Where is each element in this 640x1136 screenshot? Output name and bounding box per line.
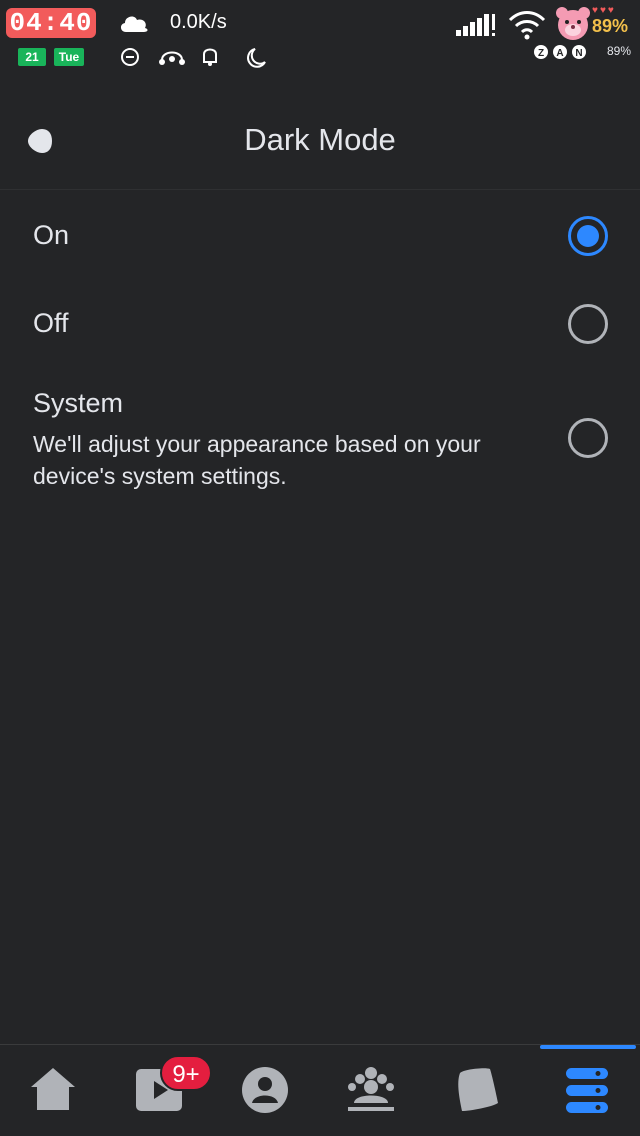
- network-speed: 0.0K/s: [170, 11, 227, 33]
- status-mini-icons: [121, 48, 266, 68]
- radio-off[interactable]: [568, 304, 608, 344]
- bear-battery: 89%: [592, 16, 629, 36]
- notifications-icon: [458, 1068, 498, 1111]
- nfc-icon: [121, 48, 139, 66]
- menu-icon: [566, 1068, 608, 1113]
- option-description: We'll adjust your appearance based on yo…: [33, 431, 481, 489]
- status-bar: 04:40 21 Tue 0.0K/s ♥♥♥ 89% Z A N 89%: [0, 0, 640, 74]
- status-time: 04:40: [6, 8, 96, 38]
- screen: 04:40 21 Tue 0.0K/s ♥♥♥ 89% Z A N 89% Da…: [0, 0, 640, 1136]
- option-off[interactable]: Off: [0, 284, 640, 368]
- radio-system[interactable]: [568, 418, 608, 458]
- header: Dark Mode: [0, 90, 640, 190]
- moon-icon: [247, 48, 266, 68]
- nav-menu[interactable]: [534, 1045, 640, 1136]
- alarm-icon: [203, 48, 217, 66]
- hearts-icon: ♥♥♥: [592, 5, 616, 16]
- video-badge: 9+: [160, 1055, 212, 1091]
- svg-text:N: N: [575, 48, 582, 59]
- svg-text:A: A: [556, 48, 563, 59]
- headset-icon: [159, 51, 185, 65]
- svg-text:Z: Z: [538, 48, 544, 59]
- option-system[interactable]: System We'll adjust your appearance base…: [0, 372, 640, 502]
- cloud-icon: [120, 16, 148, 32]
- home-icon: [31, 1068, 75, 1110]
- nav-notifications[interactable]: [424, 1045, 530, 1136]
- groups-icon: [348, 1067, 394, 1111]
- page-title: Dark Mode: [244, 122, 396, 157]
- zan-icon: Z A N: [534, 45, 586, 59]
- profile-icon: [242, 1067, 288, 1113]
- nav-home[interactable]: [0, 1045, 106, 1136]
- nav-groups[interactable]: [318, 1045, 424, 1136]
- battery-percent: 89%: [607, 44, 632, 58]
- option-on[interactable]: On: [0, 196, 640, 280]
- bottom-nav: 9+: [0, 1044, 640, 1136]
- option-label: System: [33, 388, 124, 418]
- status-date-weekday: Tue: [54, 48, 84, 66]
- status-date-day: 21: [18, 48, 46, 66]
- nav-profile[interactable]: [212, 1045, 318, 1136]
- bear-icon: [556, 7, 590, 40]
- radio-on[interactable]: [568, 216, 608, 256]
- wifi-icon: [508, 11, 546, 40]
- option-label: Off: [33, 308, 69, 338]
- signal-icon: [456, 14, 495, 36]
- option-label: On: [33, 220, 70, 250]
